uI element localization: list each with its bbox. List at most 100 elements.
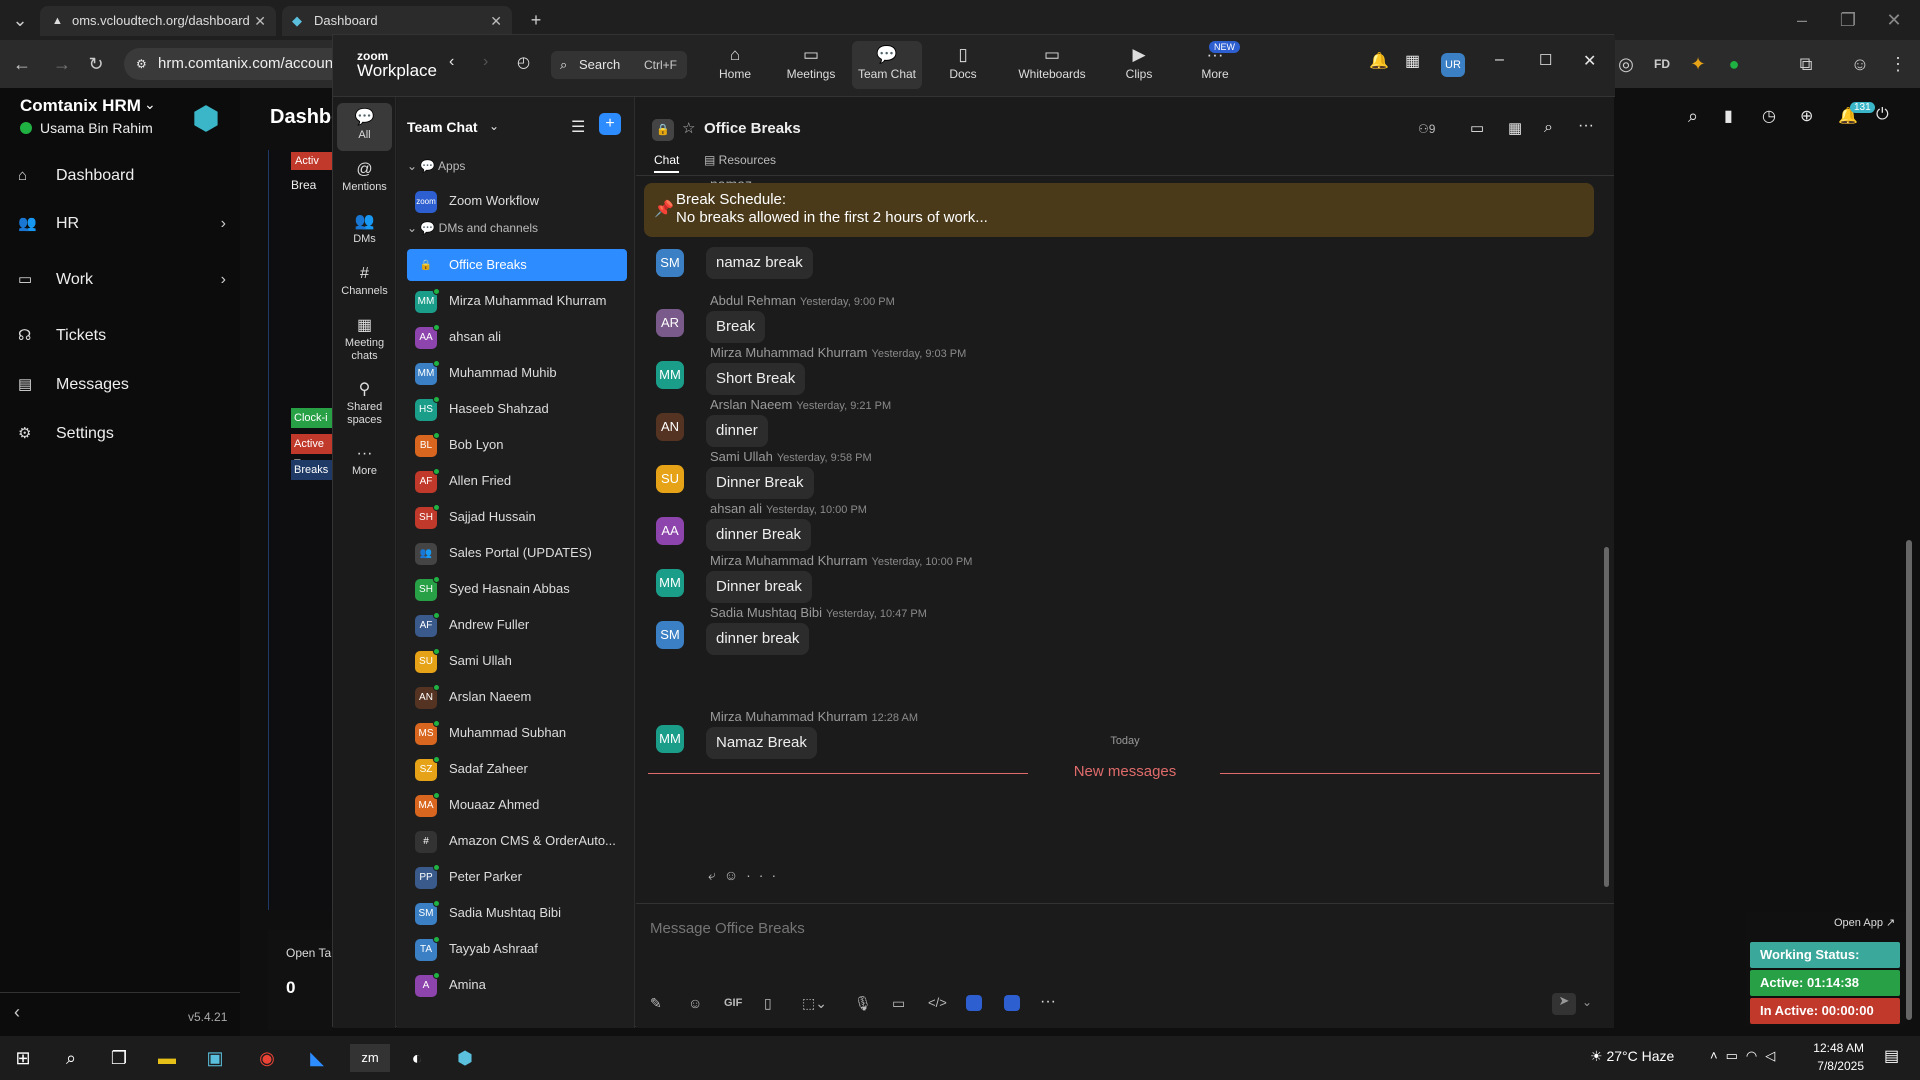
sidebar-item-dashboard[interactable]: ⌂ Dashboard bbox=[0, 152, 240, 200]
channel-item[interactable]: HS Haseeb Shahzad bbox=[407, 393, 627, 425]
channel-item[interactable]: MM Mirza Muhammad Khurram bbox=[407, 285, 627, 317]
tab-chat[interactable]: Chat bbox=[654, 153, 680, 173]
message-bubble[interactable]: namaz break bbox=[706, 247, 813, 279]
more-icon[interactable]: ··· bbox=[746, 867, 784, 883]
avatar[interactable]: SU bbox=[656, 465, 684, 493]
rail-shared-spaces[interactable]: ⚲ Shared spaces bbox=[337, 379, 392, 427]
channel-item[interactable]: BL Bob Lyon bbox=[407, 429, 627, 461]
open-app-link[interactable]: Open App ↗ bbox=[1834, 916, 1895, 929]
new-tab-icon[interactable]: + bbox=[524, 8, 548, 32]
notes-icon[interactable]: ▮ bbox=[1724, 106, 1733, 126]
send-icon[interactable]: ➤ bbox=[1552, 993, 1576, 1015]
members-count[interactable]: ⚇9 bbox=[1418, 122, 1435, 136]
tab-resources[interactable]: ▤ Resources bbox=[704, 153, 776, 167]
tab-search-icon[interactable]: ⌄ bbox=[8, 8, 32, 32]
close-icon[interactable]: ✕ bbox=[1583, 51, 1596, 71]
channel-item[interactable]: MM Muhammad Muhib bbox=[407, 357, 627, 389]
scrollbar[interactable] bbox=[1604, 547, 1609, 887]
browser-menu-icon[interactable]: ⋮ bbox=[1886, 52, 1910, 76]
back-icon[interactable]: ‹ bbox=[449, 53, 454, 71]
extension-fd-icon[interactable]: FD bbox=[1650, 52, 1674, 76]
reply-icon[interactable]: ⤶ bbox=[708, 867, 724, 883]
star-icon[interactable]: ☆ bbox=[682, 119, 695, 137]
start-icon[interactable]: ⊞ bbox=[8, 1044, 38, 1072]
screenshot-icon[interactable]: ⬚⌄ bbox=[802, 995, 827, 1012]
search-icon[interactable]: ⌕ bbox=[1544, 119, 1553, 137]
channel-item[interactable]: MA Mouaaz Ahmed bbox=[407, 789, 627, 821]
close-tab-icon[interactable]: ✕ bbox=[254, 6, 266, 36]
rail-more[interactable]: ··· More bbox=[337, 443, 392, 478]
app-icon[interactable] bbox=[1004, 995, 1020, 1011]
channel-item[interactable]: TA Tayyab Ashraaf bbox=[407, 933, 627, 965]
message-input[interactable] bbox=[650, 911, 1590, 945]
message-actions[interactable]: ⤶☺··· bbox=[708, 867, 784, 884]
avatar[interactable]: UR bbox=[1441, 53, 1465, 77]
battery-icon[interactable]: ▭ bbox=[1726, 1048, 1746, 1063]
calendar-icon[interactable]: ▦ bbox=[1405, 51, 1420, 71]
list-title[interactable]: Team Chat bbox=[407, 119, 478, 135]
rail-channels[interactable]: # Channels bbox=[337, 263, 392, 298]
nav-home[interactable]: ⌂ Home bbox=[700, 43, 770, 81]
channel-item[interactable]: SU Sami Ullah bbox=[407, 645, 627, 677]
message-bubble[interactable]: dinner break bbox=[706, 623, 810, 655]
site-info-icon[interactable]: ⚙ bbox=[136, 48, 147, 80]
minimize-icon[interactable]: – bbox=[1495, 51, 1504, 69]
restore-window-icon[interactable]: ❐ bbox=[1836, 8, 1860, 32]
reload-icon[interactable]: ↻ bbox=[84, 52, 108, 76]
message-bubble[interactable]: Short Break bbox=[706, 363, 806, 395]
browser-tab-oms[interactable]: ▲ oms.vcloudtech.org/dashboard ✕ bbox=[40, 6, 276, 36]
extension-puzzle-icon[interactable]: ✦ bbox=[1686, 52, 1710, 76]
hrm-app-icon[interactable]: ⬢ bbox=[450, 1044, 480, 1072]
rail-all[interactable]: 💬 All bbox=[337, 103, 392, 151]
file-explorer-icon[interactable]: ▬ bbox=[152, 1044, 182, 1072]
channel-item[interactable]: AN Arslan Naeem bbox=[407, 681, 627, 713]
message-bubble[interactable]: dinner bbox=[706, 415, 768, 447]
date[interactable]: 7/8/2025 bbox=[1810, 1059, 1864, 1073]
emoji-react-icon[interactable]: ☺ bbox=[724, 867, 746, 883]
gif-button[interactable]: GIF bbox=[724, 997, 742, 1009]
channel-item[interactable]: PP Peter Parker bbox=[407, 861, 627, 893]
app-icon[interactable] bbox=[966, 995, 982, 1011]
channel-item[interactable]: SM Sadia Mushtaq Bibi bbox=[407, 897, 627, 929]
chat-title[interactable]: Office Breaks bbox=[704, 120, 801, 137]
emoji-icon[interactable]: ☺ bbox=[688, 995, 702, 1011]
forward-icon[interactable]: → bbox=[50, 52, 74, 76]
vscode-icon[interactable]: ◣ bbox=[302, 1044, 332, 1072]
extension-globe-icon[interactable]: ◎ bbox=[1614, 52, 1638, 76]
message-bubble[interactable]: dinner Break bbox=[706, 519, 812, 551]
browser-tab-dashboard[interactable]: ◆ Dashboard ✕ bbox=[282, 6, 512, 36]
avatar[interactable]: MM bbox=[656, 569, 684, 597]
more-icon[interactable]: ··· bbox=[1578, 117, 1594, 135]
nav-docs[interactable]: ▯ Docs bbox=[928, 43, 998, 81]
clock-in-badge[interactable]: Clock-i bbox=[291, 408, 333, 428]
list-item-zoom-workflow[interactable]: zoom Zoom Workflow bbox=[407, 185, 627, 217]
page-scrollbar[interactable] bbox=[1906, 540, 1912, 1020]
filter-icon[interactable]: ☰ bbox=[571, 117, 585, 137]
chevron-down-icon[interactable]: ⌄ bbox=[1582, 995, 1592, 1009]
channel-item[interactable]: AF Allen Fried bbox=[407, 465, 627, 497]
apps-section[interactable]: ⌄ 💬 Apps bbox=[407, 159, 465, 173]
video-icon[interactable]: ▭ bbox=[1470, 119, 1484, 137]
message-bubble[interactable]: Break bbox=[706, 311, 766, 343]
message-bubble[interactable]: Dinner Break bbox=[706, 467, 814, 499]
calendar-icon[interactable]: ▦ bbox=[1508, 119, 1522, 137]
compose-button[interactable]: + bbox=[599, 113, 621, 135]
power-icon[interactable]: ⏻ bbox=[1876, 106, 1889, 124]
weather-widget[interactable]: ☀ 27°C Haze bbox=[1590, 1048, 1674, 1065]
add-icon[interactable]: ⊕ bbox=[1800, 106, 1813, 126]
chevron-up-icon[interactable]: ˄ bbox=[1710, 1048, 1726, 1063]
video-message-icon[interactable]: ▭ bbox=[892, 995, 905, 1012]
channel-item[interactable]: MS Muhammad Subhan bbox=[407, 717, 627, 749]
pinned-message[interactable]: 📌 Break Schedule: No breaks allowed in t… bbox=[644, 183, 1594, 237]
store-icon[interactable]: ▣ bbox=[200, 1044, 230, 1072]
tray-icons[interactable]: ˄▭◠◁ bbox=[1710, 1048, 1783, 1064]
forward-icon[interactable]: › bbox=[483, 53, 488, 71]
sidebar-item-tickets[interactable]: ☊ Tickets bbox=[0, 312, 240, 360]
avatar[interactable]: AR bbox=[656, 309, 684, 337]
history-icon[interactable]: ◴ bbox=[517, 53, 530, 71]
channel-item[interactable]: AA ahsan ali bbox=[407, 321, 627, 353]
avatar[interactable]: AA bbox=[656, 517, 684, 545]
app-icon[interactable]: ◐ bbox=[402, 1044, 432, 1072]
search-icon[interactable]: ⌕ bbox=[56, 1044, 86, 1072]
channel-item[interactable]: # Amazon CMS & OrderAuto... bbox=[407, 825, 627, 857]
